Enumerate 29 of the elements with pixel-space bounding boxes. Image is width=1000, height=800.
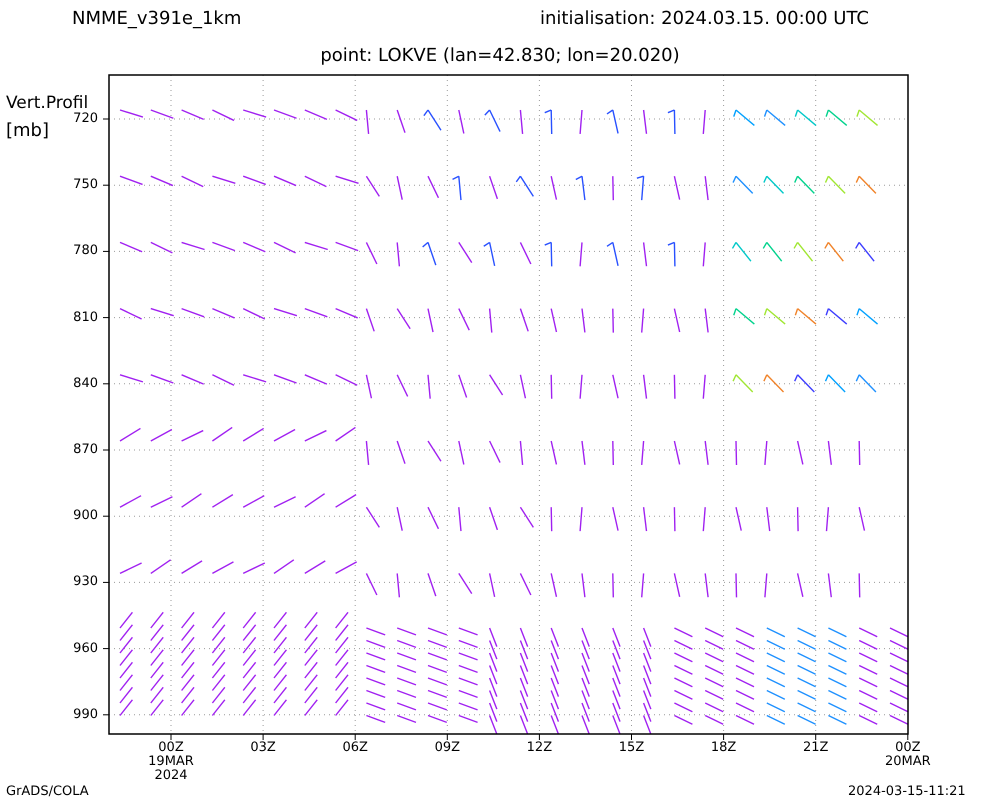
x-tick-label: 09Z [434, 741, 460, 754]
x-tick-label: 00Z [895, 741, 921, 754]
x-tick-label: 03Z [250, 741, 276, 754]
x-tick-label: 06Z [342, 741, 368, 754]
y-tick-label: 840 [72, 376, 98, 390]
y-tick-label: 750 [72, 178, 98, 192]
x-tick-label: 00Z [158, 741, 184, 754]
x-tick-label: 12Z [526, 741, 552, 754]
x-tick-label: 21Z [802, 741, 828, 754]
x-date-label: 19MAR [148, 755, 194, 768]
x-date-label: 20MAR [884, 755, 931, 768]
axis-label: Vert.Profil [6, 95, 88, 112]
plot-timestamp: 2024-03-15-11:21 [848, 785, 966, 798]
y-tick-label: 720 [72, 112, 98, 125]
x-date-label: 2024 [154, 769, 188, 782]
software-credit: GrADS/COLA [6, 785, 89, 798]
y-tick-label: 930 [72, 575, 98, 588]
initialisation-time: initialisation: 2024.03.15. 00:00 UTC [540, 10, 869, 28]
y-tick-label: 900 [72, 509, 98, 522]
x-tick-label: 18Z [710, 741, 736, 754]
y-tick-label: 870 [72, 443, 98, 456]
y-tick-label: 960 [72, 642, 98, 655]
axis-unit: [mb] [6, 122, 50, 140]
x-tick-label: 15Z [618, 741, 644, 754]
y-tick-label: 780 [72, 244, 98, 258]
model-name: NMME_v391e_1km [72, 10, 242, 28]
y-tick-label: 810 [72, 310, 98, 324]
y-tick-label: 990 [72, 708, 98, 721]
chart-title: point: LOKVE (lan=42.830; lon=20.020) [320, 47, 680, 65]
